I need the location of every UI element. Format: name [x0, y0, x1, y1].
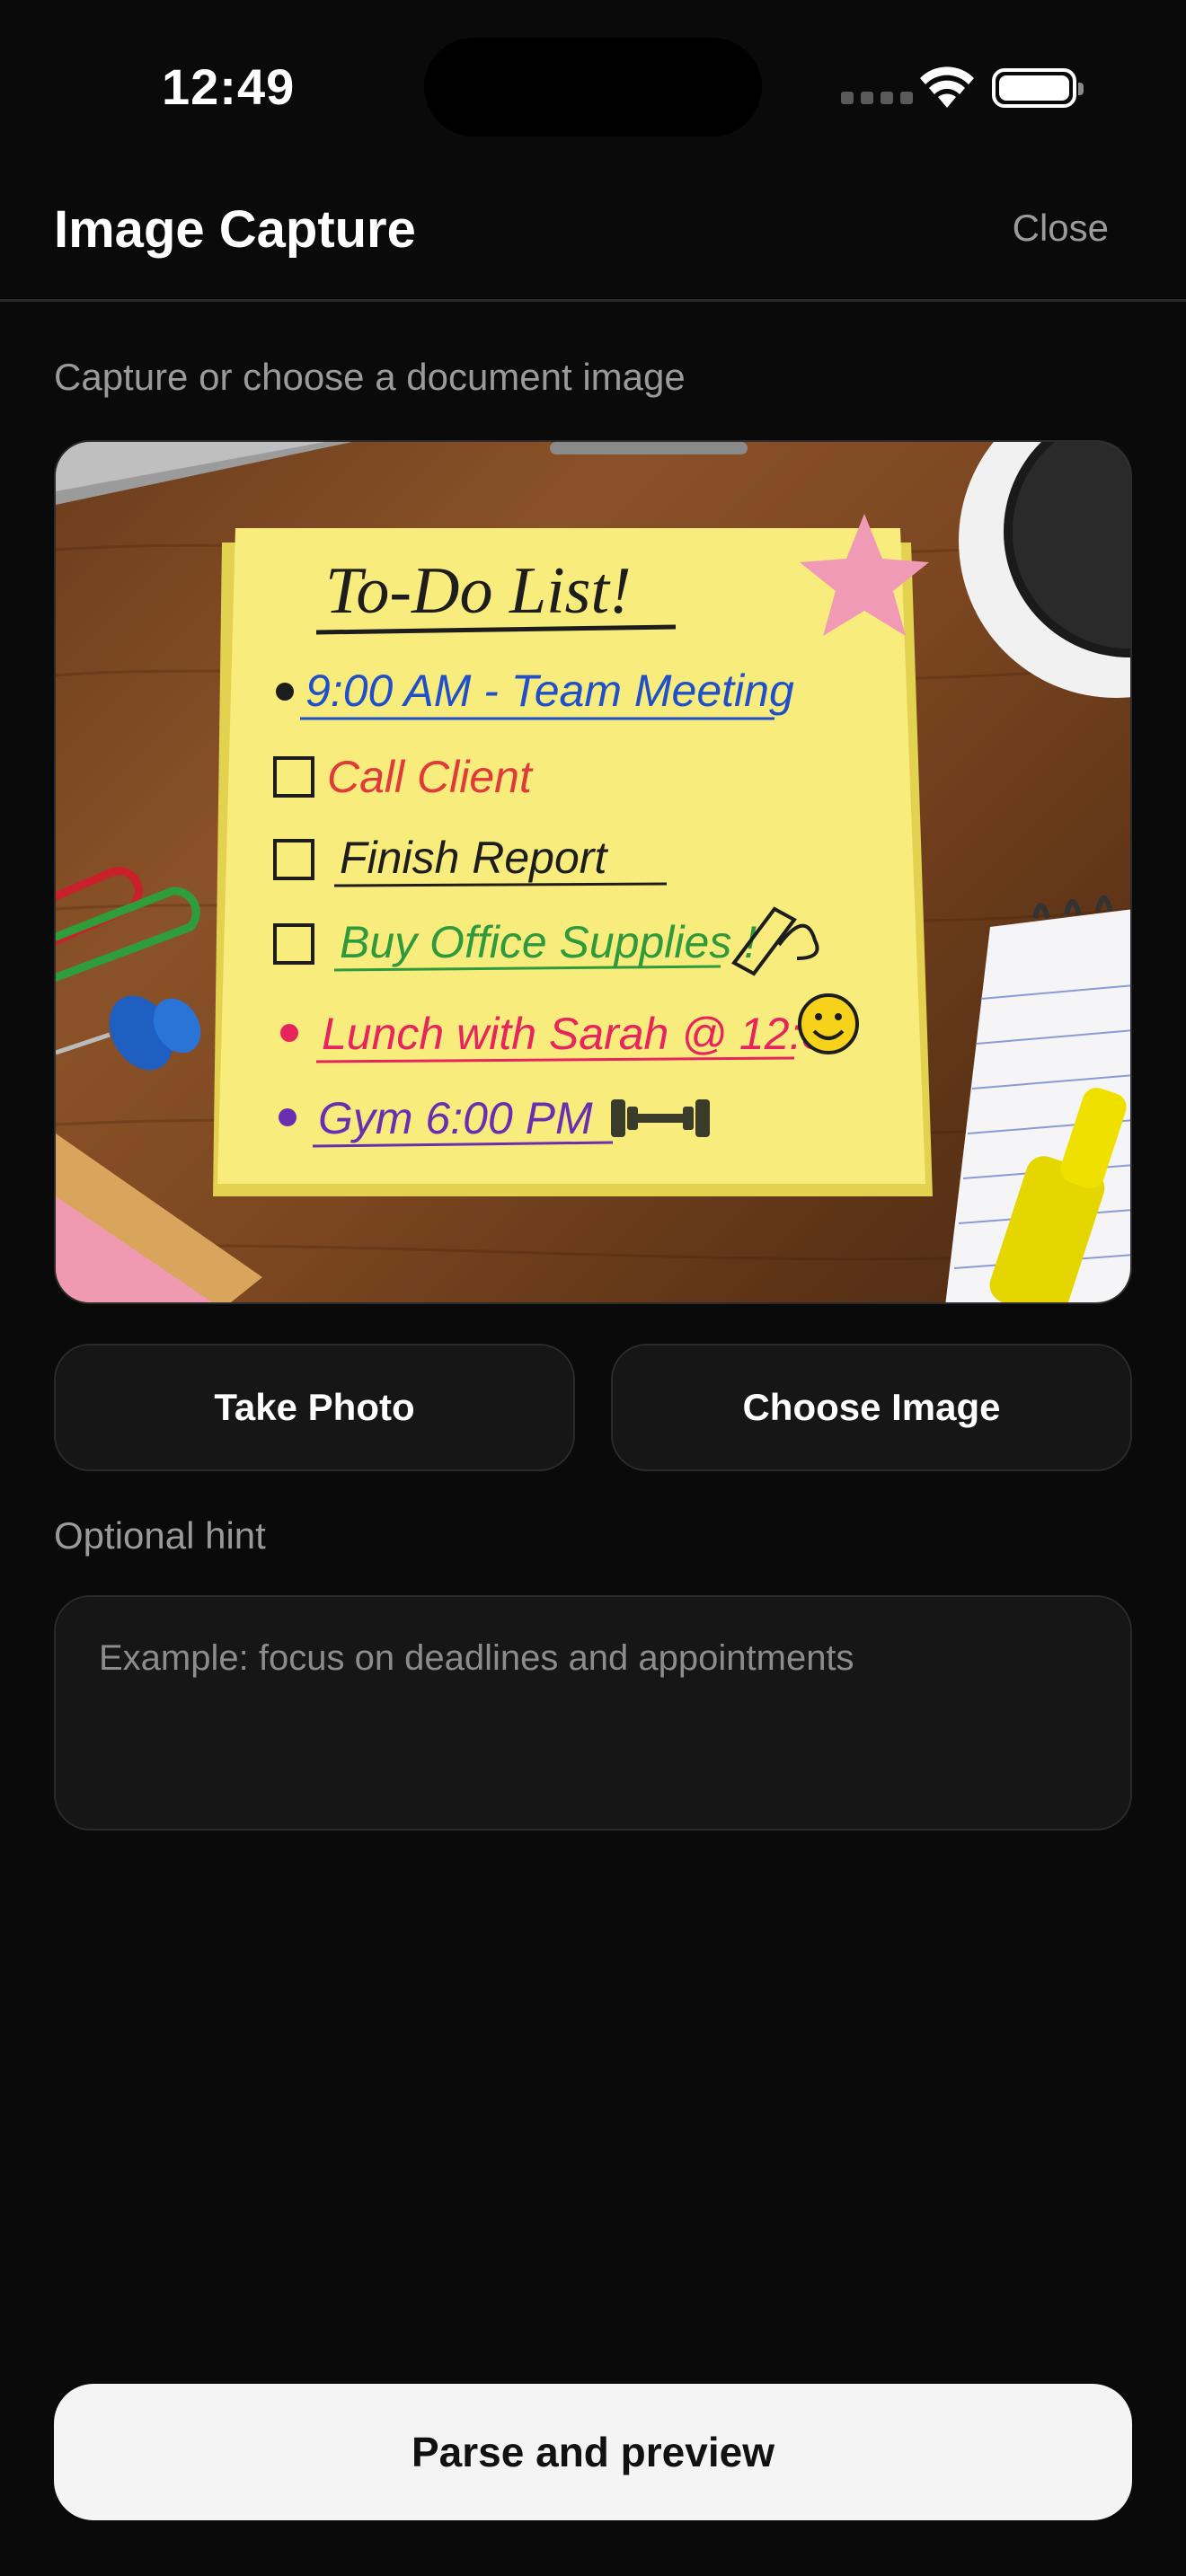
- todo-item-6: Gym 6:00 PM: [318, 1093, 593, 1143]
- page-title: Image Capture: [54, 200, 416, 259]
- todo-item-1: 9:00 AM - Team Meeting: [305, 666, 794, 716]
- image-capture-screen: 12:49 Image Capture Close Capture or cho…: [0, 0, 1186, 2576]
- capture-instructions: Capture or choose a document image: [54, 356, 686, 398]
- document-image-preview: To-Do List! 9:00 AM - Team Meeting Call …: [54, 440, 1132, 1304]
- status-time: 12:49: [162, 58, 296, 115]
- cellular-signal-icon: [841, 92, 913, 104]
- optional-hint-label: Optional hint: [54, 1514, 266, 1557]
- dynamic-island: [424, 38, 762, 137]
- hint-input[interactable]: [54, 1595, 1132, 1831]
- note-title: To-Do List!: [325, 554, 632, 628]
- preview-illustration: To-Do List! 9:00 AM - Team Meeting Call …: [56, 442, 1130, 1302]
- battery-icon: [992, 68, 1084, 108]
- todo-item-2: Call Client: [327, 752, 534, 802]
- header-divider: [0, 299, 1186, 302]
- todo-item-3: Finish Report: [340, 833, 608, 883]
- todo-item-4: Buy Office Supplies !: [340, 917, 757, 967]
- close-button[interactable]: Close: [1013, 207, 1109, 250]
- choose-image-button[interactable]: Choose Image: [611, 1344, 1132, 1471]
- wifi-icon: [920, 66, 974, 108]
- parse-and-preview-button[interactable]: Parse and preview: [54, 2384, 1132, 2520]
- todo-item-5: Lunch with Sarah @ 12:30: [322, 1009, 852, 1059]
- take-photo-button[interactable]: Take Photo: [54, 1344, 575, 1471]
